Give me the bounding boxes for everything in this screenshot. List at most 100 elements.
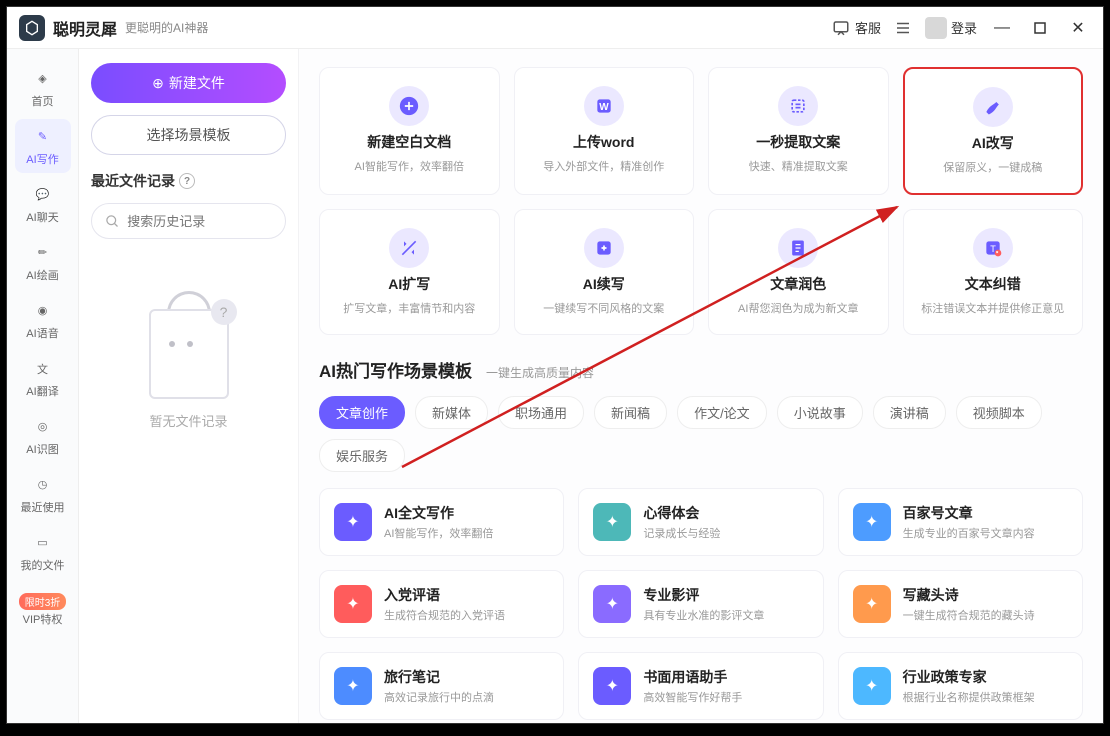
action-card-correct[interactable]: T 文本纠错 标注错误文本并提供修正意见	[903, 209, 1084, 335]
sidebar-label: AI语音	[26, 325, 58, 341]
sidebar-item-1[interactable]: ✎AI写作	[15, 119, 71, 173]
tab-5[interactable]: 小说故事	[777, 396, 863, 429]
polish-icon	[778, 228, 818, 268]
sidebar-item-8[interactable]: ▭我的文件	[15, 525, 71, 579]
sidebar-icon: ✏	[32, 242, 54, 264]
sidebar-icon: ◎	[32, 416, 54, 438]
action-card-rewrite[interactable]: AI改写 保留原义，一键成稿	[903, 67, 1084, 195]
template-title: AI全文写作	[384, 503, 493, 523]
sidebar-item-3[interactable]: ✏AI绘画	[15, 235, 71, 289]
template-card-2[interactable]: ✦ 百家号文章 生成专业的百家号文章内容	[838, 488, 1083, 556]
sidebar-label: AI写作	[26, 151, 58, 167]
template-desc: 生成专业的百家号文章内容	[903, 525, 1035, 541]
template-card-1[interactable]: ✦ 心得体会 记录成长与经验	[578, 488, 823, 556]
tab-6[interactable]: 演讲稿	[873, 396, 946, 429]
template-icon: ✦	[593, 667, 631, 705]
action-cards-grid: 新建空白文档 AI智能写作，效率翻倍W 上传word 导入外部文件，精准创作 一…	[319, 67, 1083, 335]
sidebar-icon: ◷	[32, 474, 54, 496]
sidebar-label: 最近使用	[21, 499, 65, 515]
card-title: AI改写	[972, 133, 1014, 153]
template-desc: 具有专业水准的影评文章	[643, 607, 764, 623]
word-icon: W	[584, 86, 624, 126]
minimize-button[interactable]: —	[989, 15, 1015, 41]
template-title: 入党评语	[384, 585, 505, 605]
card-desc: 快速、精准提取文案	[749, 158, 848, 174]
template-title: 旅行笔记	[384, 667, 494, 687]
vip-badge: 限时3折	[19, 593, 67, 610]
template-icon: ✦	[853, 503, 891, 541]
template-card-7[interactable]: ✦ 书面用语助手 高效智能写作好帮手	[578, 652, 823, 720]
maximize-button[interactable]	[1027, 15, 1053, 41]
sidebar-label: 首页	[32, 93, 54, 109]
action-card-expand[interactable]: AI扩写 扩写文章，丰富情节和内容	[319, 209, 500, 335]
login-button[interactable]: 登录	[925, 17, 977, 39]
card-desc: 导入外部文件，精准创作	[543, 158, 664, 174]
rewrite-icon	[973, 87, 1013, 127]
sidebar-icon: 💬	[32, 184, 54, 206]
search-input[interactable]	[91, 203, 286, 239]
card-title: 上传word	[573, 132, 634, 152]
action-card-plus[interactable]: 新建空白文档 AI智能写作，效率翻倍	[319, 67, 500, 195]
sidebar-label: VIP特权	[23, 611, 63, 627]
card-desc: 扩写文章，丰富情节和内容	[343, 300, 475, 316]
section-subtitle: 一键生成高质量内容	[486, 364, 594, 381]
tab-4[interactable]: 作文/论文	[677, 396, 767, 429]
sidebar-item-9[interactable]: 限时3折VIP特权	[15, 583, 71, 637]
help-icon[interactable]: ?	[179, 173, 195, 189]
expand-icon	[389, 228, 429, 268]
template-card-4[interactable]: ✦ 专业影评 具有专业水准的影评文章	[578, 570, 823, 638]
sidebar-item-0[interactable]: ◈首页	[15, 61, 71, 115]
app-logo-icon	[19, 15, 45, 41]
template-icon: ✦	[593, 585, 631, 623]
tab-7[interactable]: 视频脚本	[956, 396, 1042, 429]
tab-8[interactable]: 娱乐服务	[319, 439, 405, 472]
template-title: 专业影评	[643, 585, 764, 605]
template-title: 写藏头诗	[903, 585, 1035, 605]
action-card-word[interactable]: W 上传word 导入外部文件，精准创作	[514, 67, 695, 195]
template-card-6[interactable]: ✦ 旅行笔记 高效记录旅行中的点滴	[319, 652, 564, 720]
template-cards-grid: ✦ AI全文写作 AI智能写作，效率翻倍✦ 心得体会 记录成长与经验✦ 百家号文…	[319, 488, 1083, 720]
template-card-5[interactable]: ✦ 写藏头诗 一键生成符合规范的藏头诗	[838, 570, 1083, 638]
continue-icon	[584, 228, 624, 268]
new-file-button[interactable]: ⊕ 新建文件	[91, 63, 286, 103]
close-button[interactable]: ✕	[1065, 15, 1091, 41]
choose-template-button[interactable]: 选择场景模板	[91, 115, 286, 155]
tab-2[interactable]: 职场通用	[498, 396, 584, 429]
template-desc: 一键生成符合规范的藏头诗	[903, 607, 1035, 623]
template-desc: 生成符合规范的入党评语	[384, 607, 505, 623]
sidebar-label: AI识图	[26, 441, 58, 457]
section-title: AI热门写作场景模板	[319, 357, 472, 382]
plus-icon: ⊕	[152, 75, 164, 92]
action-card-continue[interactable]: AI续写 一键续写不同风格的文案	[514, 209, 695, 335]
action-card-polish[interactable]: 文章润色 AI帮您润色为成为新文章	[708, 209, 889, 335]
tab-1[interactable]: 新媒体	[415, 396, 488, 429]
extract-icon	[778, 86, 818, 126]
template-tabs: 文章创作新媒体职场通用新闻稿作文/论文小说故事演讲稿视频脚本娱乐服务	[319, 396, 1083, 472]
sidebar-item-4[interactable]: ◉AI语音	[15, 293, 71, 347]
sidebar-label: 我的文件	[21, 557, 65, 573]
card-title: AI续写	[583, 274, 625, 294]
template-icon: ✦	[334, 585, 372, 623]
template-card-3[interactable]: ✦ 入党评语 生成符合规范的入党评语	[319, 570, 564, 638]
template-card-0[interactable]: ✦ AI全文写作 AI智能写作，效率翻倍	[319, 488, 564, 556]
tab-3[interactable]: 新闻稿	[594, 396, 667, 429]
empty-state: ? 暂无文件记录	[91, 291, 286, 430]
menu-icon[interactable]	[893, 18, 913, 38]
customer-service-button[interactable]: 客服	[831, 18, 881, 38]
sidebar-label: AI翻译	[26, 383, 58, 399]
sidebar-item-7[interactable]: ◷ 最近使用	[15, 467, 71, 521]
template-icon: ✦	[593, 503, 631, 541]
correct-icon: T	[973, 228, 1013, 268]
tab-0[interactable]: 文章创作	[319, 396, 405, 429]
action-card-extract[interactable]: 一秒提取文案 快速、精准提取文案	[708, 67, 889, 195]
sidebar-item-5[interactable]: 文AI翻译	[15, 351, 71, 405]
svg-text:W: W	[599, 102, 609, 113]
template-title: 书面用语助手	[643, 667, 742, 687]
sidebar: ◈首页✎AI写作💬AI聊天✏AI绘画◉AI语音文AI翻译 ◎ AI识图 ◷ 最近使用 ▭我…	[7, 49, 79, 723]
sidebar-item-6[interactable]: ◎ AI识图	[15, 409, 71, 463]
template-icon: ✦	[334, 667, 372, 705]
empty-illustration: ?	[139, 291, 239, 401]
sidebar-item-2[interactable]: 💬AI聊天	[15, 177, 71, 231]
template-title: 百家号文章	[903, 503, 1035, 523]
template-card-8[interactable]: ✦ 行业政策专家 根据行业名称提供政策框架	[838, 652, 1083, 720]
